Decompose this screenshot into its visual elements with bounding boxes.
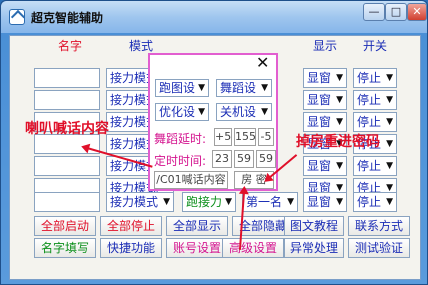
close-button[interactable]: ✕ bbox=[407, 3, 427, 21]
display-select[interactable]: 显窗 ▼ bbox=[303, 192, 347, 212]
account-settings-button[interactable]: 账号设置 bbox=[166, 238, 228, 258]
relay-select[interactable]: 跑接力 ▼ bbox=[182, 192, 236, 212]
name-input[interactable] bbox=[34, 192, 100, 212]
display-select[interactable]: 显窗 ▼ bbox=[303, 90, 347, 110]
dance-delay-increase[interactable]: +5 bbox=[214, 128, 232, 146]
name-input[interactable] bbox=[34, 68, 100, 88]
shutdown-settings-select[interactable]: 关机设 ▼ bbox=[216, 103, 272, 121]
title-bar[interactable]: 超克智能辅助 — □ ✕ bbox=[1, 1, 427, 33]
test-verify-button[interactable]: 测试验证 bbox=[348, 238, 410, 258]
shortcuts-button[interactable]: 快捷功能 bbox=[100, 238, 162, 258]
dance-settings-select[interactable]: 舞蹈设 ▼ bbox=[216, 79, 272, 97]
route-settings-select[interactable]: 跑图设 ▼ bbox=[155, 79, 209, 97]
close-icon[interactable]: ✕ bbox=[256, 53, 269, 72]
stop-all-button[interactable]: 全部停止 bbox=[100, 216, 162, 236]
display-select[interactable]: 显窗 ▼ bbox=[303, 156, 347, 176]
display-select[interactable]: 显窗 ▼ bbox=[303, 68, 347, 88]
minimize-button[interactable]: — bbox=[363, 3, 385, 21]
timer-label: 定时时间: bbox=[154, 154, 207, 168]
switch-select[interactable]: 停止 ▼ bbox=[353, 192, 397, 212]
tutorial-button[interactable]: 图文教程 bbox=[284, 216, 344, 236]
settings-popup: ✕ 跑图设 ▼ 舞蹈设 ▼ 优化设 ▼ 关机设 ▼ 舞蹈延时: +5 155 -5 定时… bbox=[148, 53, 278, 191]
switch-select[interactable]: 停止 ▼ bbox=[353, 68, 397, 88]
display-select[interactable]: 显窗 ▼ bbox=[303, 112, 347, 132]
dance-delay-label: 舞蹈延时: bbox=[154, 132, 207, 146]
header-switch: 开关 bbox=[363, 39, 388, 53]
app-window: 超克智能辅助 — □ ✕ 名字 模式 显示 开关 接力模式▼ 显窗▼ 停止▼ 接… bbox=[0, 0, 428, 285]
header-display: 显示 bbox=[313, 39, 338, 53]
shout-content-input[interactable]: /C01喊话内容 bbox=[154, 171, 228, 189]
rank-select[interactable]: 第一名 ▼ bbox=[242, 192, 298, 212]
annotation-shout: 喇叭喊话内容 bbox=[25, 121, 109, 137]
switch-select[interactable]: 停止 ▼ bbox=[353, 112, 397, 132]
header-name: 名字 bbox=[58, 39, 83, 53]
mode-select[interactable]: 接力模式▼ bbox=[106, 192, 174, 212]
app-home-icon bbox=[9, 9, 25, 25]
start-all-button[interactable]: 全部启动 bbox=[34, 216, 96, 236]
header-mode: 模式 bbox=[129, 39, 154, 53]
show-all-button[interactable]: 全部显示 bbox=[166, 216, 228, 236]
name-input[interactable] bbox=[34, 90, 100, 110]
dance-delay-value[interactable]: 155 bbox=[234, 128, 256, 146]
contact-button[interactable]: 联系方式 bbox=[348, 216, 410, 236]
timer-minute[interactable]: 59 bbox=[234, 150, 254, 168]
timer-hour[interactable]: 23 bbox=[212, 150, 232, 168]
timer-second[interactable]: 59 bbox=[256, 150, 276, 168]
optimize-settings-select[interactable]: 优化设 ▼ bbox=[155, 103, 209, 121]
name-input[interactable] bbox=[34, 156, 100, 176]
window-title: 超克智能辅助 bbox=[31, 11, 104, 25]
exception-handling-button[interactable]: 异常处理 bbox=[284, 238, 344, 258]
advanced-settings-button[interactable]: 高级设置 bbox=[222, 238, 284, 258]
maximize-button[interactable]: □ bbox=[385, 3, 407, 21]
fill-names-button[interactable]: 名字填写 bbox=[34, 238, 96, 258]
switch-select[interactable]: 停止 ▼ bbox=[353, 90, 397, 110]
annotation-room-password: 掉房重进密码 bbox=[296, 134, 380, 150]
switch-select[interactable]: 停止 ▼ bbox=[353, 156, 397, 176]
dance-delay-decrease[interactable]: -5 bbox=[258, 128, 274, 146]
